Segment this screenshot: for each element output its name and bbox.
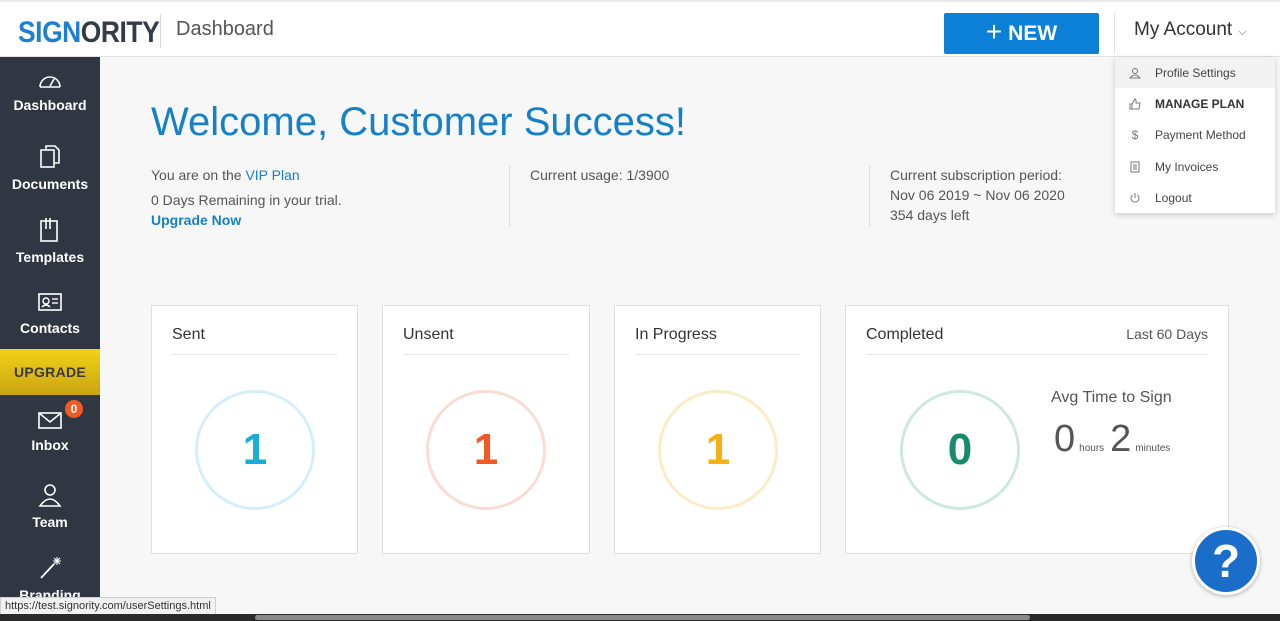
menu-item-my-invoices[interactable]: My Invoices	[1115, 151, 1275, 182]
user-icon	[38, 484, 62, 507]
card-divider	[403, 354, 569, 355]
power-icon	[1115, 192, 1155, 204]
user-icon	[1115, 67, 1155, 79]
vip-plan-link[interactable]: VIP Plan	[245, 167, 299, 183]
templates-icon	[40, 218, 58, 242]
card-title: Unsent	[403, 326, 454, 343]
menu-item-label: Logout	[1155, 190, 1192, 205]
help-button[interactable]: ?	[1192, 527, 1260, 595]
sidebar-item-inbox[interactable]: Inbox	[0, 395, 100, 468]
menu-item-label: Profile Settings	[1155, 65, 1236, 80]
contact-card-icon	[38, 293, 62, 311]
card-divider	[172, 354, 337, 355]
menu-item-profile-settings[interactable]: Profile Settings	[1115, 57, 1275, 88]
sidebar-item-label: Dashboard	[13, 97, 87, 113]
sidebar-item-team[interactable]: Team	[0, 468, 100, 541]
gauge-icon	[39, 76, 61, 88]
unsent-count: 1	[426, 390, 546, 510]
sidebar-item-contacts[interactable]: Contacts	[0, 276, 100, 349]
menu-item-payment-method[interactable]: $ Payment Method	[1115, 119, 1275, 150]
info-divider	[869, 165, 870, 227]
sent-count: 1	[195, 390, 315, 510]
chevron-down-icon: ⌵	[1238, 25, 1247, 38]
menu-item-label: MANAGE PLAN	[1155, 96, 1245, 111]
card-title: Sent	[172, 326, 205, 343]
sidebar-item-label: Documents	[11, 176, 89, 192]
card-divider	[866, 354, 1208, 355]
subscription-range: Nov 06 2019 ~ Nov 06 2020	[890, 187, 1065, 203]
account-divider	[1114, 14, 1115, 54]
card-title: In Progress	[635, 326, 717, 343]
sidebar-item-label: Contacts	[20, 320, 80, 336]
info-divider	[509, 165, 510, 227]
trial-text: 0 Days Remaining in your trial.	[151, 192, 342, 208]
my-account-dropdown[interactable]: My Account ⌵	[1134, 19, 1247, 41]
link-status-bar: https://test.signority.com/userSettings.…	[0, 597, 216, 615]
subscription-label: Current subscription period:	[890, 167, 1062, 183]
hours-unit: hours	[1079, 443, 1105, 454]
documents-icon	[40, 145, 60, 168]
sidebar-item-label: Team	[32, 514, 68, 530]
menu-item-manage-plan[interactable]: MANAGE PLAN	[1115, 88, 1275, 119]
new-button[interactable]: + NEW	[944, 13, 1099, 54]
menu-item-label: My Invoices	[1155, 159, 1219, 174]
avg-minutes: 2	[1110, 418, 1132, 460]
welcome-heading: Welcome, Customer Success!	[151, 100, 686, 144]
card-divider	[635, 354, 800, 355]
magic-wand-icon	[40, 557, 61, 579]
days-left: 354 days left	[890, 207, 970, 223]
in-progress-count: 1	[658, 390, 778, 510]
in-progress-card[interactable]: In Progress 1	[614, 305, 821, 554]
thumbs-up-icon	[1115, 97, 1155, 110]
new-button-label: NEW	[1008, 21, 1058, 45]
account-menu: Profile Settings MANAGE PLAN $ Payment M…	[1115, 57, 1275, 213]
sidebar-item-dashboard[interactable]: Dashboard	[0, 57, 100, 130]
avg-hours: 0	[1054, 418, 1076, 460]
page-title: Dashboard	[176, 18, 274, 40]
sidebar-item-label: Templates	[15, 249, 85, 265]
avg-time-title: Avg Time to Sign	[1051, 389, 1172, 406]
date-range-label: Last 60 Days	[1126, 326, 1208, 342]
sidebar-item-documents[interactable]: Documents	[0, 130, 100, 203]
usage-info: Current usage: 1/3900	[530, 167, 670, 183]
invoice-icon	[1115, 161, 1155, 173]
sent-card[interactable]: Sent 1	[151, 305, 358, 554]
sidebar-item-label: Inbox	[31, 437, 69, 453]
upgrade-now-link[interactable]: Upgrade Now	[151, 210, 342, 230]
top-header: SIGNORITY Dashboard + NEW My Account ⌵	[0, 0, 1280, 57]
subscription-info: Current subscription period: Nov 06 2019…	[890, 165, 1065, 225]
envelope-icon	[38, 412, 62, 429]
header-divider	[160, 14, 161, 48]
my-account-label: My Account	[1134, 19, 1233, 40]
scrollbar-thumb[interactable]	[255, 615, 1030, 620]
unsent-card[interactable]: Unsent 1	[382, 305, 590, 554]
dollar-icon: $	[1131, 127, 1139, 142]
menu-item-label: Payment Method	[1155, 127, 1246, 142]
completed-count: 0	[900, 390, 1020, 510]
avg-time-value: 0 hours 2 minutes	[1054, 418, 1176, 461]
plan-info: You are on the VIP Plan 0 Days Remaining…	[151, 165, 342, 230]
minutes-unit: minutes	[1135, 443, 1171, 454]
signority-logo[interactable]: SIGNORITY	[18, 16, 160, 50]
menu-item-logout[interactable]: Logout	[1115, 182, 1275, 213]
inbox-count-badge: 0	[63, 398, 85, 420]
sidebar: Dashboard Documents Templates Contacts U…	[0, 57, 100, 621]
plus-icon: +	[985, 16, 1003, 47]
card-title: Completed	[866, 326, 944, 343]
completed-card[interactable]: Completed Last 60 Days 0 Avg Time to Sig…	[845, 305, 1229, 554]
plan-prefix: You are on the	[151, 167, 246, 183]
sidebar-item-templates[interactable]: Templates	[0, 203, 100, 276]
upgrade-button[interactable]: UPGRADE	[0, 349, 100, 395]
